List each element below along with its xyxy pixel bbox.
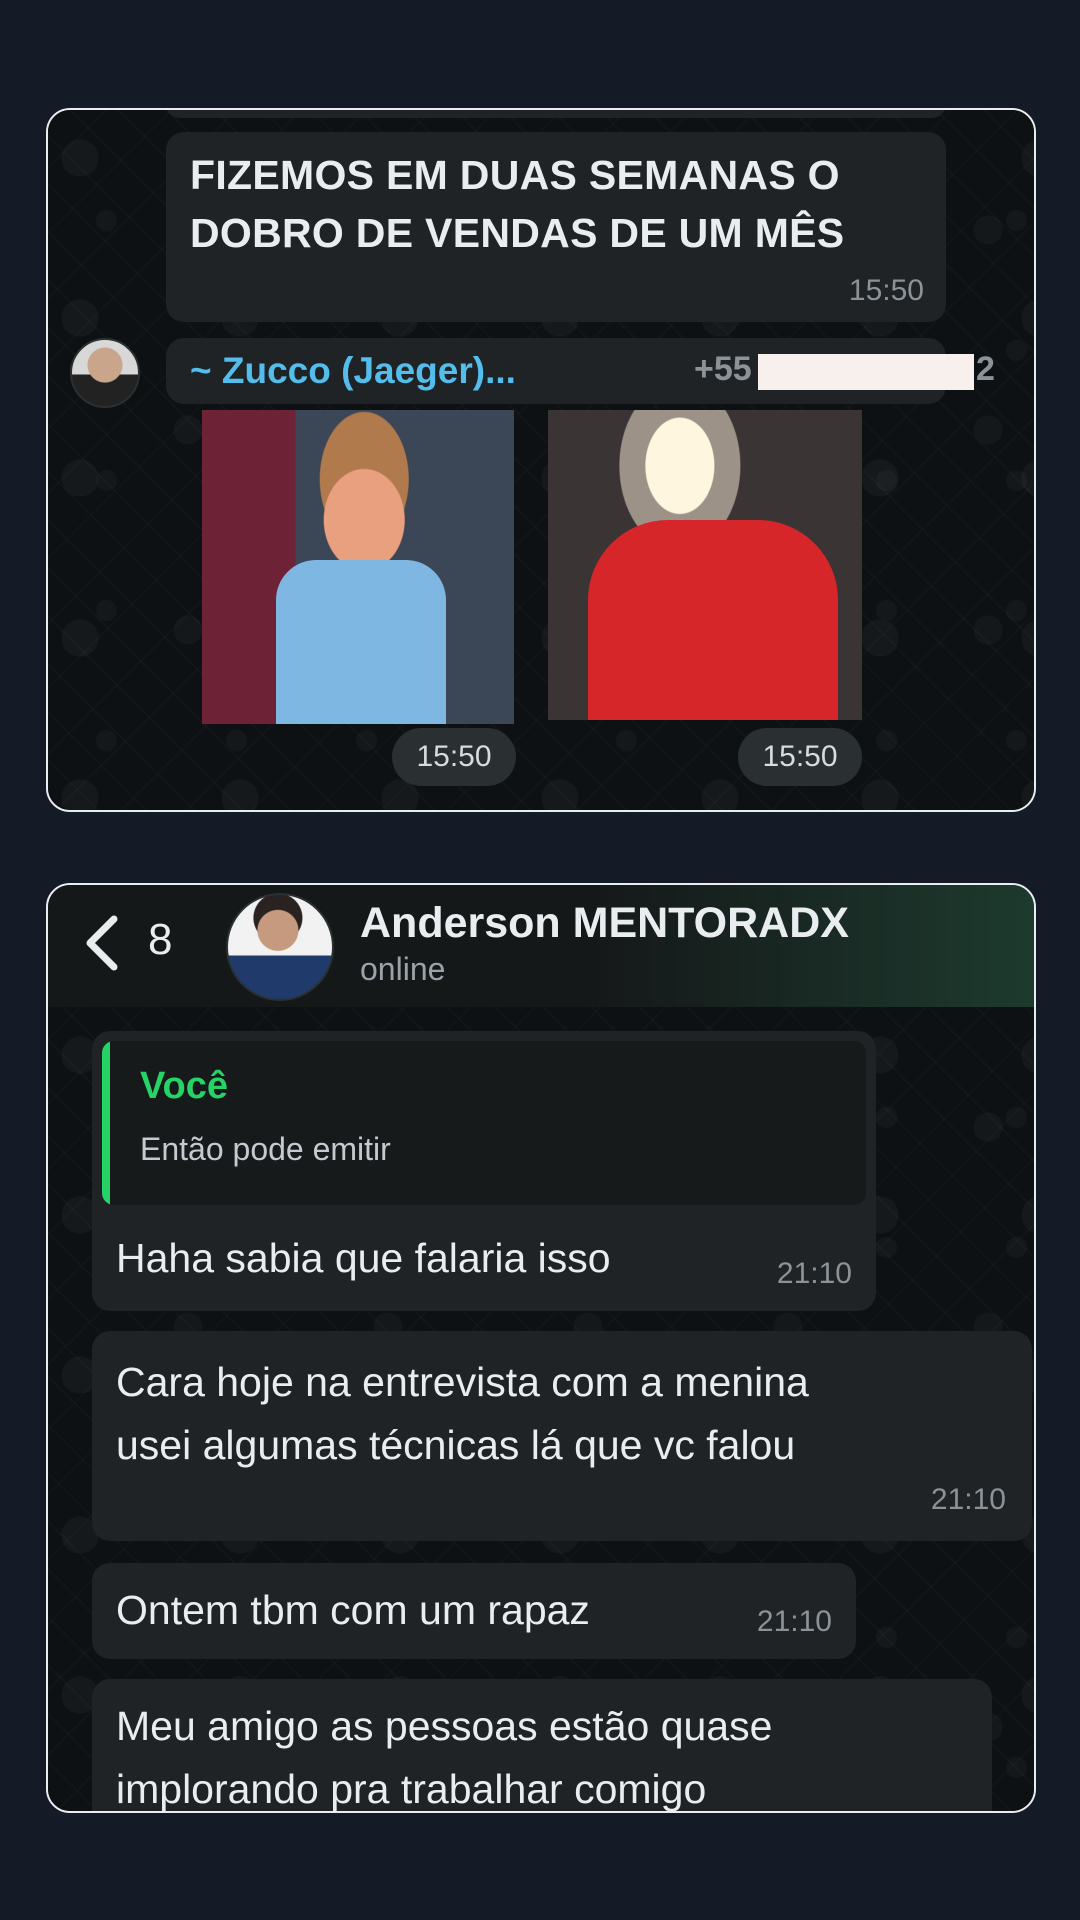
- sender-avatar[interactable]: [70, 338, 140, 408]
- sticker-celebrating-player[interactable]: [548, 410, 862, 720]
- message-text: Meu amigo as pessoas estão quase implora…: [116, 1703, 773, 1812]
- message-bubble[interactable]: Ontem tbm com um rapaz 21:10: [92, 1563, 856, 1659]
- message-bubble[interactable]: FIZEMOS EM DUAS SEMANAS O DOBRO DE VENDA…: [166, 132, 946, 322]
- message-time: 21:10: [776, 1257, 852, 1290]
- message-bubble[interactable]: Cara hoje na entrevista com a menina use…: [92, 1331, 1032, 1541]
- contact-name[interactable]: Anderson MENTORADX: [360, 899, 849, 948]
- message-text: Ontem tbm com um rapaz: [116, 1587, 590, 1633]
- message-text: FIZEMOS EM DUAS SEMANAS O DOBRO DE VENDA…: [190, 152, 845, 256]
- chevron-left-icon[interactable]: [82, 913, 122, 973]
- chat-screenshot-private: 8 Anderson MENTORADX online Você Então p…: [46, 883, 1036, 1813]
- message-text: Cara hoje na entrevista com a menina use…: [116, 1359, 809, 1468]
- message-time: 15:50: [848, 274, 924, 307]
- message-time: 21:10: [930, 1483, 1006, 1516]
- chat-header: 8 Anderson MENTORADX online: [48, 885, 1034, 1007]
- chat-screenshot-group: FIZEMOS EM DUAS SEMANAS O DOBRO DE VENDA…: [46, 108, 1036, 812]
- quote-text: Então pode emitir: [140, 1131, 391, 1167]
- phone-redaction: [758, 354, 974, 390]
- sticker-time: 15:50: [392, 728, 516, 786]
- sender-phone-suffix: 2: [976, 350, 995, 388]
- contact-status: online: [360, 951, 446, 987]
- quote-author: Você: [140, 1065, 229, 1107]
- contact-avatar[interactable]: [226, 893, 334, 1001]
- chat-area: Você Então pode emitir Haha sabia que fa…: [48, 1007, 1034, 1811]
- message-time: 21:10: [756, 1605, 832, 1638]
- sticker-excited-kid[interactable]: [202, 410, 514, 724]
- previous-message-bubble: [166, 110, 946, 118]
- sender-header-bubble[interactable]: ~ Zucco (Jaeger)... +55 2: [166, 338, 995, 404]
- message-text: Haha sabia que falaria isso: [116, 1235, 611, 1281]
- quote-accent-bar: [102, 1041, 110, 1205]
- quoted-message[interactable]: Você Então pode emitir: [102, 1041, 866, 1205]
- message-bubble[interactable]: Meu amigo as pessoas estão quase implora…: [92, 1679, 992, 1812]
- sender-name[interactable]: ~ Zucco (Jaeger)...: [190, 350, 516, 392]
- unread-count[interactable]: 8: [148, 915, 172, 965]
- message-bubble[interactable]: Você Então pode emitir Haha sabia que fa…: [92, 1031, 876, 1311]
- sender-phone-prefix: +55: [694, 350, 752, 388]
- sticker-time: 15:50: [738, 728, 862, 786]
